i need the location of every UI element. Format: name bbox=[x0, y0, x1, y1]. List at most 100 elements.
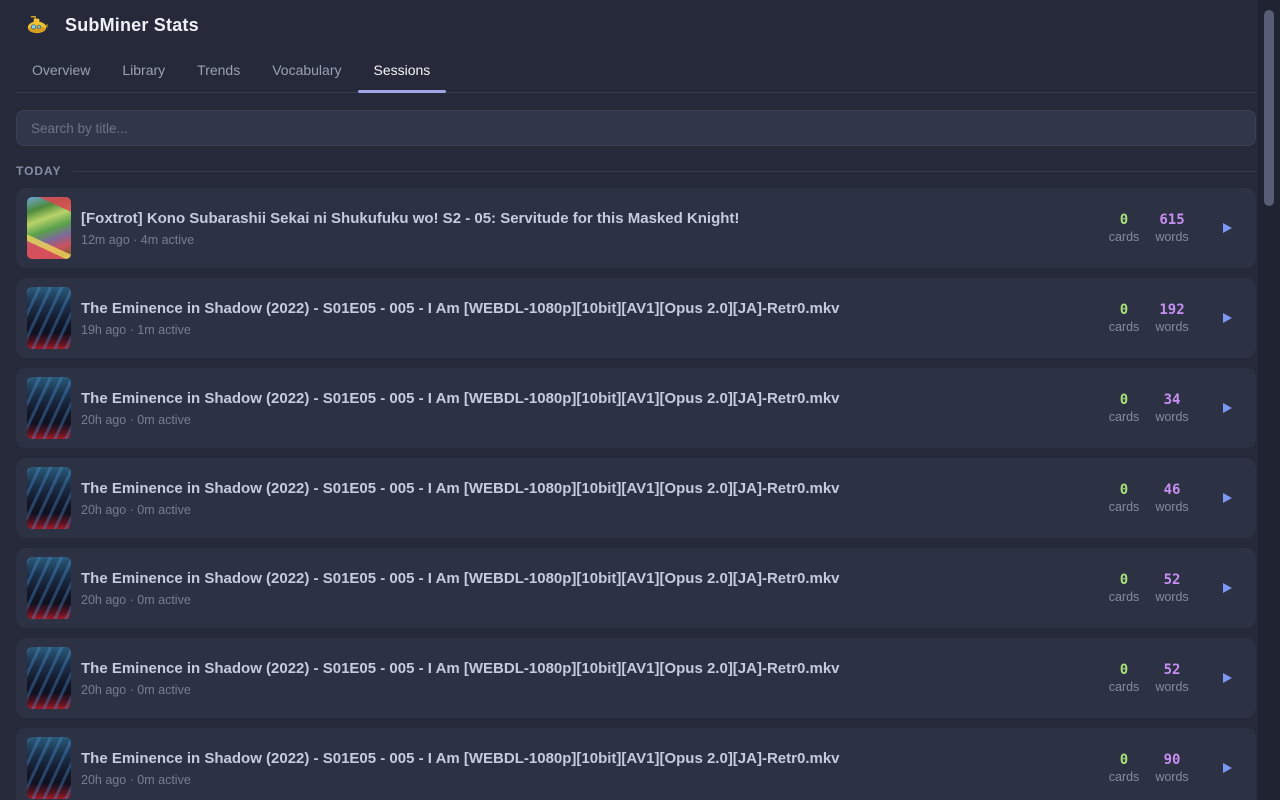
cards-count: 0 bbox=[1100, 392, 1148, 408]
session-row[interactable]: [Foxtrot] Kono Subarashii Sekai ni Shuku… bbox=[16, 188, 1256, 268]
play-button[interactable] bbox=[1214, 395, 1240, 421]
search-input[interactable] bbox=[16, 110, 1256, 146]
session-stats: 0 cards 52 words bbox=[1100, 662, 1240, 694]
tab-bar: Overview Library Trends Vocabulary Sessi… bbox=[16, 54, 1256, 93]
play-button[interactable] bbox=[1214, 485, 1240, 511]
cards-count: 0 bbox=[1100, 662, 1148, 678]
words-count: 52 bbox=[1148, 662, 1196, 678]
cards-stat: 0 cards bbox=[1100, 662, 1148, 694]
words-label: words bbox=[1148, 680, 1196, 694]
session-meta: 20h ago · 0m active bbox=[81, 503, 1084, 517]
session-stats: 0 cards 46 words bbox=[1100, 482, 1240, 514]
session-thumbnail bbox=[27, 557, 71, 619]
tab-label: Overview bbox=[32, 62, 90, 78]
session-thumbnail bbox=[27, 467, 71, 529]
session-title: The Eminence in Shadow (2022) - S01E05 -… bbox=[81, 300, 1084, 317]
tab-vocabulary[interactable]: Vocabulary bbox=[256, 54, 357, 92]
session-title: The Eminence in Shadow (2022) - S01E05 -… bbox=[81, 660, 1084, 677]
session-title: The Eminence in Shadow (2022) - S01E05 -… bbox=[81, 480, 1084, 497]
session-meta: 20h ago · 0m active bbox=[81, 683, 1084, 697]
session-info: [Foxtrot] Kono Subarashii Sekai ni Shuku… bbox=[81, 210, 1084, 247]
tab-label: Library bbox=[122, 62, 165, 78]
session-meta: 20h ago · 0m active bbox=[81, 593, 1084, 607]
session-info: The Eminence in Shadow (2022) - S01E05 -… bbox=[81, 480, 1084, 517]
cards-label: cards bbox=[1100, 320, 1148, 334]
cards-label: cards bbox=[1100, 590, 1148, 604]
session-title: The Eminence in Shadow (2022) - S01E05 -… bbox=[81, 390, 1084, 407]
words-label: words bbox=[1148, 590, 1196, 604]
play-button[interactable] bbox=[1214, 665, 1240, 691]
cards-count: 0 bbox=[1100, 482, 1148, 498]
cards-stat: 0 cards bbox=[1100, 482, 1148, 514]
tab-trends[interactable]: Trends bbox=[181, 54, 256, 92]
play-icon bbox=[1223, 673, 1232, 683]
tab-label: Sessions bbox=[374, 62, 431, 78]
session-title: The Eminence in Shadow (2022) - S01E05 -… bbox=[81, 750, 1084, 767]
session-info: The Eminence in Shadow (2022) - S01E05 -… bbox=[81, 390, 1084, 427]
active-tab-underline bbox=[358, 90, 447, 93]
session-stats: 0 cards 90 words bbox=[1100, 752, 1240, 784]
cards-count: 0 bbox=[1100, 302, 1148, 318]
scrollbar-thumb[interactable] bbox=[1264, 10, 1274, 206]
session-row[interactable]: The Eminence in Shadow (2022) - S01E05 -… bbox=[16, 728, 1256, 800]
session-stats: 0 cards 615 words bbox=[1100, 212, 1240, 244]
words-label: words bbox=[1148, 410, 1196, 424]
cards-stat: 0 cards bbox=[1100, 392, 1148, 424]
page-title: SubMiner Stats bbox=[65, 15, 199, 36]
session-row[interactable]: The Eminence in Shadow (2022) - S01E05 -… bbox=[16, 458, 1256, 538]
play-icon bbox=[1223, 763, 1232, 773]
words-stat: 52 words bbox=[1148, 572, 1196, 604]
session-meta: 20h ago · 0m active bbox=[81, 413, 1084, 427]
play-button[interactable] bbox=[1214, 755, 1240, 781]
play-icon bbox=[1223, 493, 1232, 503]
words-label: words bbox=[1148, 770, 1196, 784]
cards-label: cards bbox=[1100, 500, 1148, 514]
session-info: The Eminence in Shadow (2022) - S01E05 -… bbox=[81, 750, 1084, 787]
session-thumbnail bbox=[27, 287, 71, 349]
play-icon bbox=[1223, 223, 1232, 233]
session-row[interactable]: The Eminence in Shadow (2022) - S01E05 -… bbox=[16, 548, 1256, 628]
session-row[interactable]: The Eminence in Shadow (2022) - S01E05 -… bbox=[16, 278, 1256, 358]
words-count: 34 bbox=[1148, 392, 1196, 408]
session-title: [Foxtrot] Kono Subarashii Sekai ni Shuku… bbox=[81, 210, 1084, 227]
words-stat: 90 words bbox=[1148, 752, 1196, 784]
cards-label: cards bbox=[1100, 680, 1148, 694]
tab-sessions[interactable]: Sessions bbox=[358, 54, 447, 92]
tab-label: Vocabulary bbox=[272, 62, 341, 78]
session-stats: 0 cards 34 words bbox=[1100, 392, 1240, 424]
cards-stat: 0 cards bbox=[1100, 752, 1148, 784]
section-label: TODAY bbox=[16, 164, 61, 178]
words-stat: 192 words bbox=[1148, 302, 1196, 334]
section-divider bbox=[73, 171, 1256, 172]
session-list: [Foxtrot] Kono Subarashii Sekai ni Shuku… bbox=[16, 188, 1256, 800]
cards-count: 0 bbox=[1100, 212, 1148, 228]
cards-label: cards bbox=[1100, 230, 1148, 244]
session-stats: 0 cards 192 words bbox=[1100, 302, 1240, 334]
section-header-today: TODAY bbox=[16, 164, 1256, 178]
play-button[interactable] bbox=[1214, 305, 1240, 331]
cards-stat: 0 cards bbox=[1100, 572, 1148, 604]
cards-label: cards bbox=[1100, 410, 1148, 424]
tab-overview[interactable]: Overview bbox=[16, 54, 106, 92]
words-stat: 46 words bbox=[1148, 482, 1196, 514]
words-count: 46 bbox=[1148, 482, 1196, 498]
play-button[interactable] bbox=[1214, 215, 1240, 241]
play-button[interactable] bbox=[1214, 575, 1240, 601]
session-thumbnail bbox=[27, 377, 71, 439]
session-info: The Eminence in Shadow (2022) - S01E05 -… bbox=[81, 660, 1084, 697]
words-count: 90 bbox=[1148, 752, 1196, 768]
session-stats: 0 cards 52 words bbox=[1100, 572, 1240, 604]
tab-library[interactable]: Library bbox=[106, 54, 181, 92]
cards-stat: 0 cards bbox=[1100, 212, 1148, 244]
words-label: words bbox=[1148, 500, 1196, 514]
words-label: words bbox=[1148, 230, 1196, 244]
session-thumbnail bbox=[27, 737, 71, 799]
tab-label: Trends bbox=[197, 62, 240, 78]
words-stat: 52 words bbox=[1148, 662, 1196, 694]
play-icon bbox=[1223, 403, 1232, 413]
session-row[interactable]: The Eminence in Shadow (2022) - S01E05 -… bbox=[16, 638, 1256, 718]
session-row[interactable]: The Eminence in Shadow (2022) - S01E05 -… bbox=[16, 368, 1256, 448]
cards-count: 0 bbox=[1100, 572, 1148, 588]
session-meta: 12m ago · 4m active bbox=[81, 233, 1084, 247]
play-icon bbox=[1223, 313, 1232, 323]
